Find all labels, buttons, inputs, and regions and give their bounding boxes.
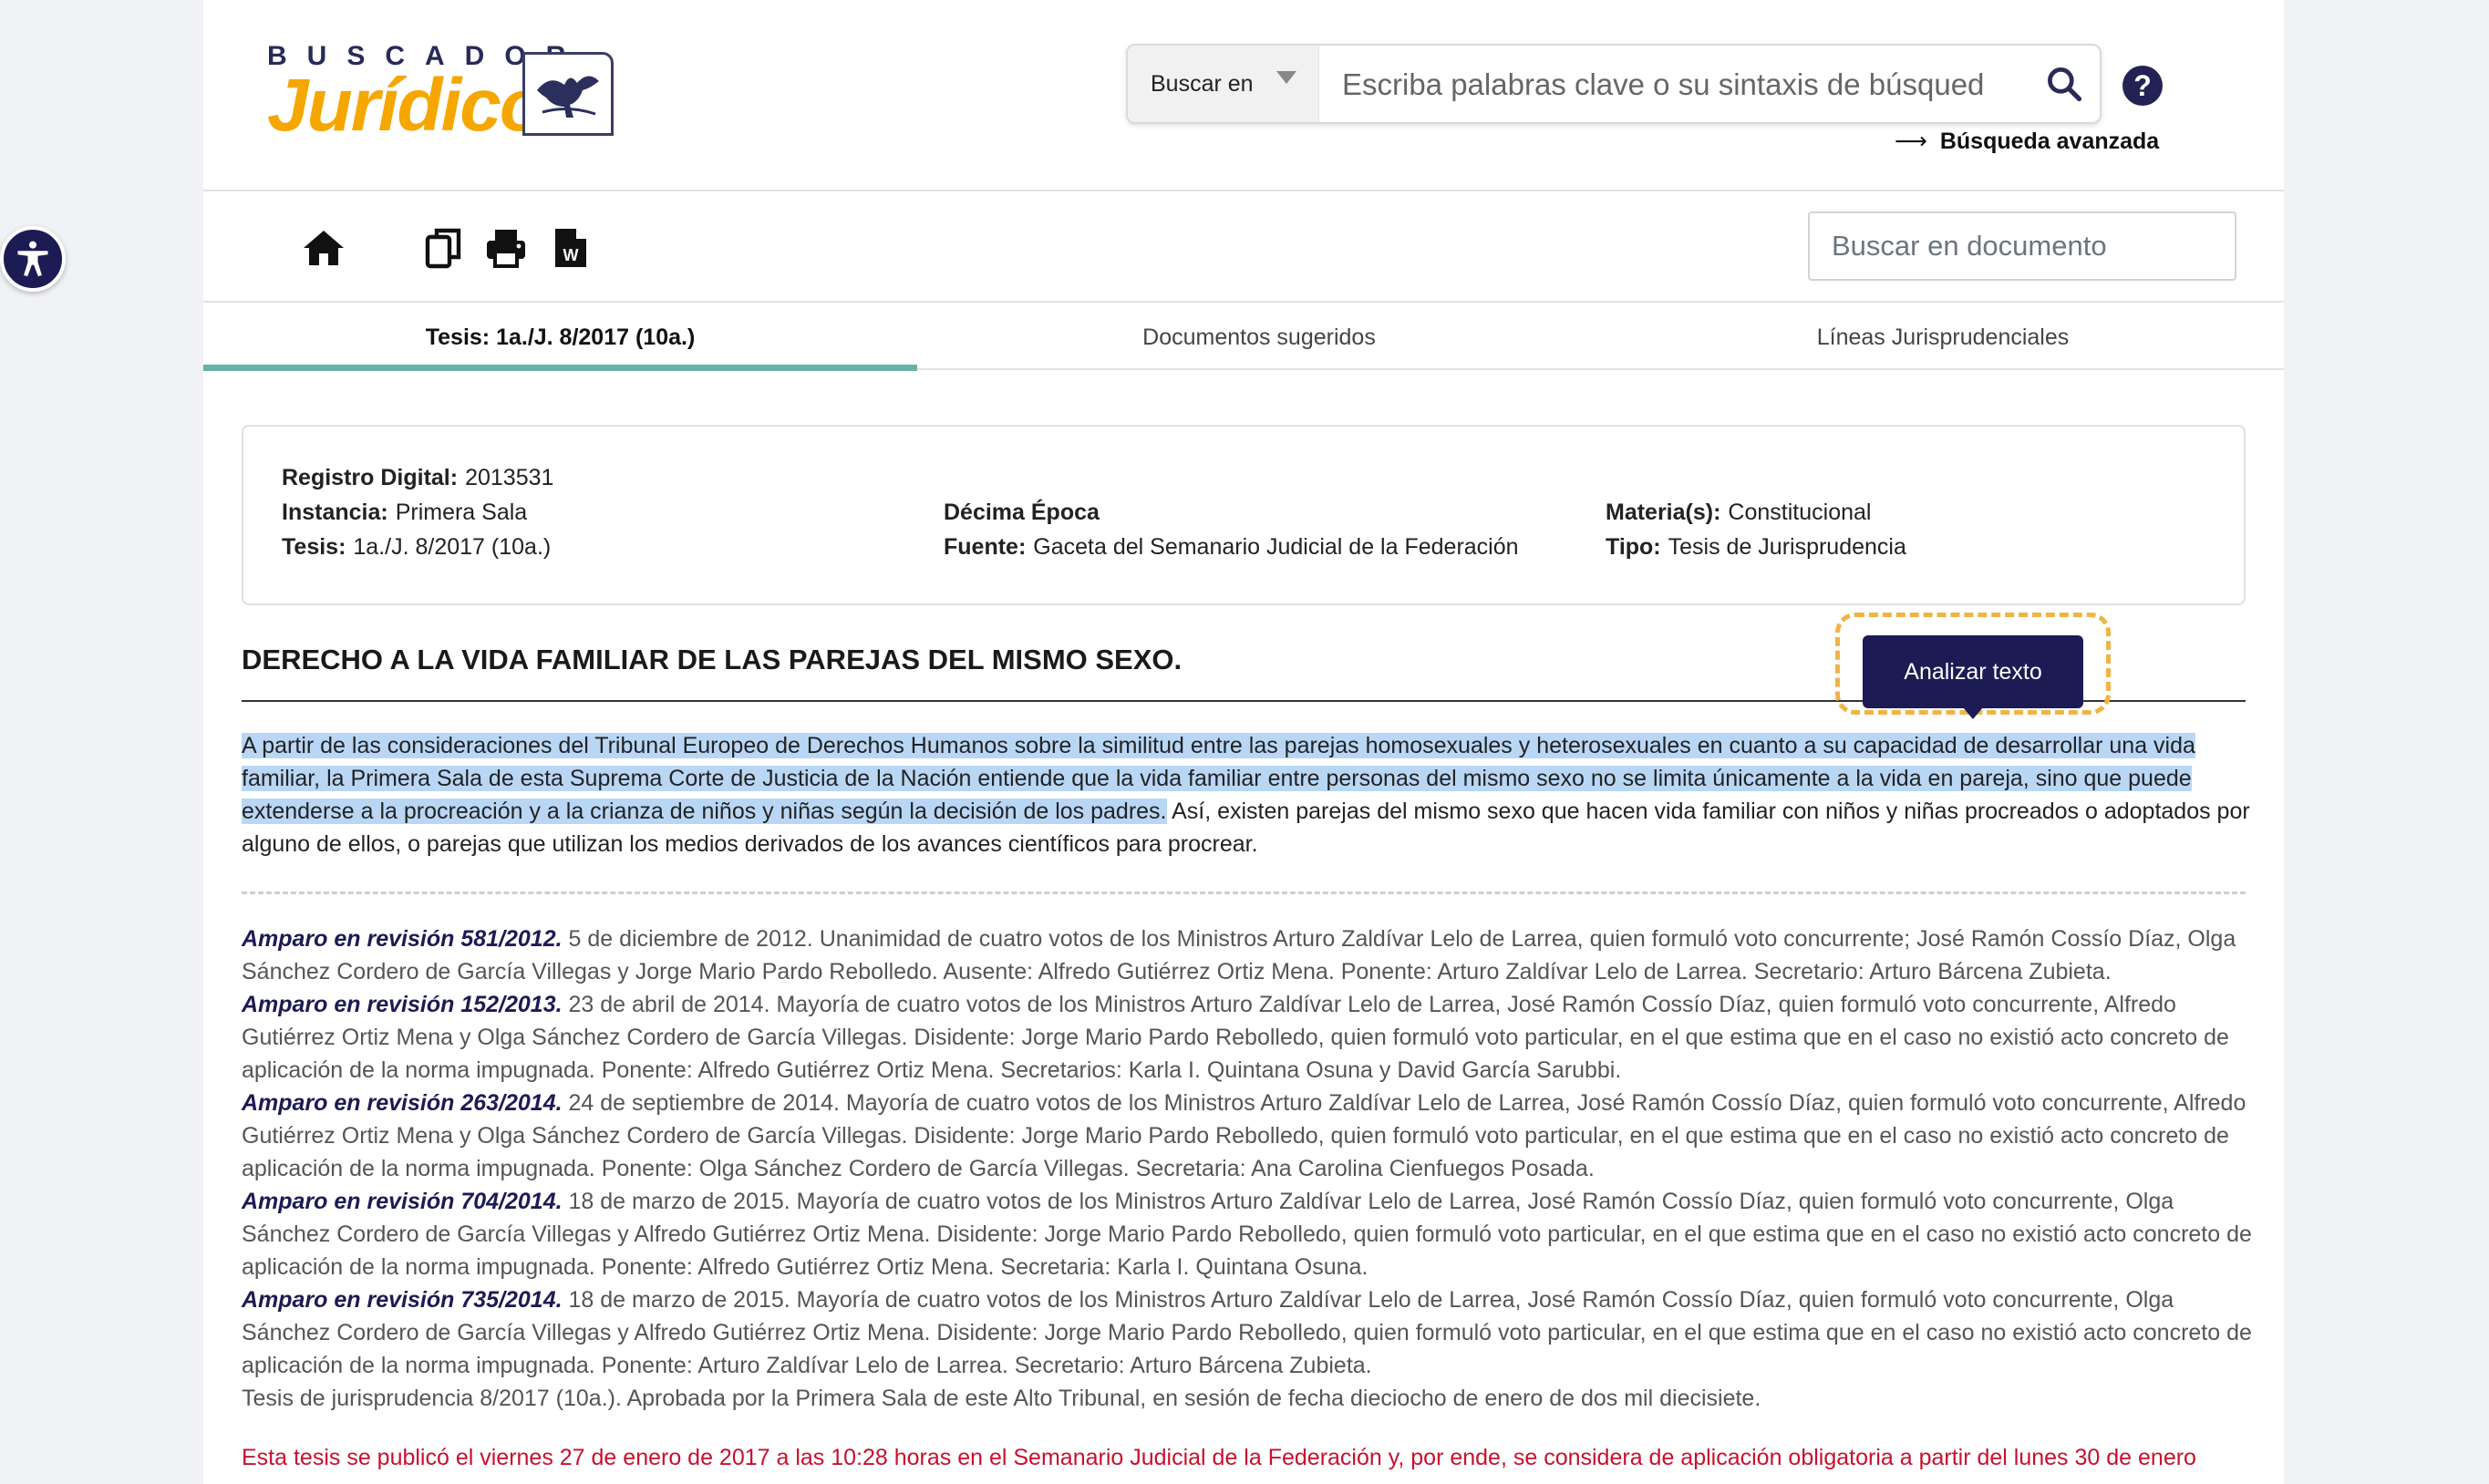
section-divider	[242, 891, 2246, 894]
materia: Materia(s): Constitucional	[1606, 500, 1871, 526]
caret-down-icon	[1276, 71, 1296, 84]
active-tab-indicator	[203, 365, 917, 371]
fuente: Fuente: Gaceta del Semanario Judicial de …	[944, 534, 1519, 561]
precedents-section: Amparo en revisión 581/2012. 5 de diciem…	[242, 922, 2257, 1415]
document-toolbar: W	[203, 193, 2284, 303]
page-container: BUSCADOR Jurídico Buscar en ? ⟶Búsque	[203, 0, 2284, 1484]
tesis-label: Tesis:	[282, 534, 346, 560]
instancia: Instancia: Primera Sala	[282, 500, 527, 526]
registro-label: Registro Digital:	[282, 465, 459, 490]
tesis-value: 1a./J. 8/2017 (10a.)	[353, 534, 552, 560]
tesis-number: Tesis: 1a./J. 8/2017 (10a.)	[282, 534, 551, 561]
tipo-value: Tesis de Jurisprudencia	[1668, 534, 1906, 560]
tab-tesis[interactable]: Tesis: 1a./J. 8/2017 (10a.)	[203, 304, 917, 370]
tab-documentos-sugeridos[interactable]: Documentos sugeridos	[917, 304, 1601, 370]
site-logo[interactable]: BUSCADOR Jurídico	[267, 41, 614, 150]
tab-bar: Tesis: 1a./J. 8/2017 (10a.) Documentos s…	[203, 304, 2284, 371]
precedent-reference: Amparo en revisión 735/2014.	[242, 1287, 563, 1313]
precedent-item: Amparo en revisión 152/2013. 23 de abril…	[242, 988, 2257, 1087]
epoca-value: Décima Época	[944, 500, 1100, 525]
registro-value: 2013531	[465, 465, 554, 490]
tab-lineas-jurisprudenciales[interactable]: Líneas Jurisprudenciales	[1601, 304, 2284, 370]
logo-main-text: Jurídico	[267, 64, 545, 147]
precedent-item: Amparo en revisión 263/2014. 24 de septi…	[242, 1087, 2257, 1185]
precedent-item: Amparo en revisión 735/2014. 18 de marzo…	[242, 1283, 2257, 1382]
document-search-input[interactable]	[1808, 211, 2236, 281]
help-icon[interactable]: ?	[2122, 66, 2163, 106]
metadata-card: Registro Digital: 2013531 Instancia: Prime…	[242, 425, 2246, 605]
advanced-search-link[interactable]: ⟶ Búsqueda avanzada	[1895, 128, 2159, 155]
precedent-reference: Amparo en revisión 704/2014.	[242, 1189, 563, 1214]
precedent-reference: Amparo en revisión 581/2012.	[242, 926, 563, 952]
materia-label: Materia(s):	[1606, 500, 1721, 525]
document-title: DERECHO A LA VIDA FAMILIAR DE LAS PAREJA…	[242, 644, 1183, 675]
main-search-bar: Buscar en	[1126, 44, 2102, 124]
materia-value: Constitucional	[1728, 500, 1872, 525]
accessibility-button[interactable]	[0, 226, 66, 292]
arrow-right-icon: ⟶	[1895, 129, 1927, 154]
instancia-value: Primera Sala	[395, 500, 528, 525]
analyze-tooltip-pointer	[1963, 707, 1983, 719]
document-body[interactable]: A partir de las consideraciones del Trib…	[242, 729, 2257, 861]
tipo-label: Tipo:	[1606, 534, 1661, 560]
copy-icon[interactable]	[422, 226, 466, 270]
search-scope-label: Buscar en	[1151, 71, 1254, 97]
precedent-item: Amparo en revisión 581/2012. 5 de diciem…	[242, 922, 2257, 988]
print-icon[interactable]	[484, 226, 528, 270]
site-header: BUSCADOR Jurídico Buscar en ? ⟶Búsque	[203, 0, 2284, 191]
accessibility-icon	[17, 241, 48, 277]
publication-note: Esta tesis se publicó el viernes 27 de e…	[242, 1445, 2196, 1470]
fuente-label: Fuente:	[944, 534, 1027, 560]
search-icon[interactable]	[2044, 64, 2084, 104]
advanced-search-label: Búsqueda avanzada	[1939, 129, 2160, 154]
precedent-item: Amparo en revisión 704/2014. 18 de marzo…	[242, 1185, 2257, 1283]
epoca: Décima Época	[944, 500, 1107, 526]
eagle-seal-icon	[522, 52, 614, 136]
instancia-label: Instancia:	[282, 500, 388, 525]
search-input[interactable]	[1342, 62, 2017, 108]
home-icon[interactable]	[302, 226, 346, 270]
search-scope-select[interactable]: Buscar en	[1128, 46, 1319, 122]
fuente-value: Gaceta del Semanario Judicial de la Fede…	[1033, 534, 1519, 560]
precedent-reference: Amparo en revisión 263/2014.	[242, 1090, 563, 1116]
tesis-approval-note: Tesis de jurisprudencia 8/2017 (10a.). A…	[242, 1386, 1761, 1411]
tipo: Tipo: Tesis de Jurisprudencia	[1606, 534, 1906, 561]
analyze-text-button[interactable]: Analizar texto	[1863, 635, 2083, 708]
precedent-reference: Amparo en revisión 152/2013.	[242, 992, 563, 1017]
svg-text:W: W	[563, 246, 579, 264]
registro-digital: Registro Digital: 2013531	[282, 465, 553, 491]
word-icon[interactable]: W	[548, 226, 592, 270]
